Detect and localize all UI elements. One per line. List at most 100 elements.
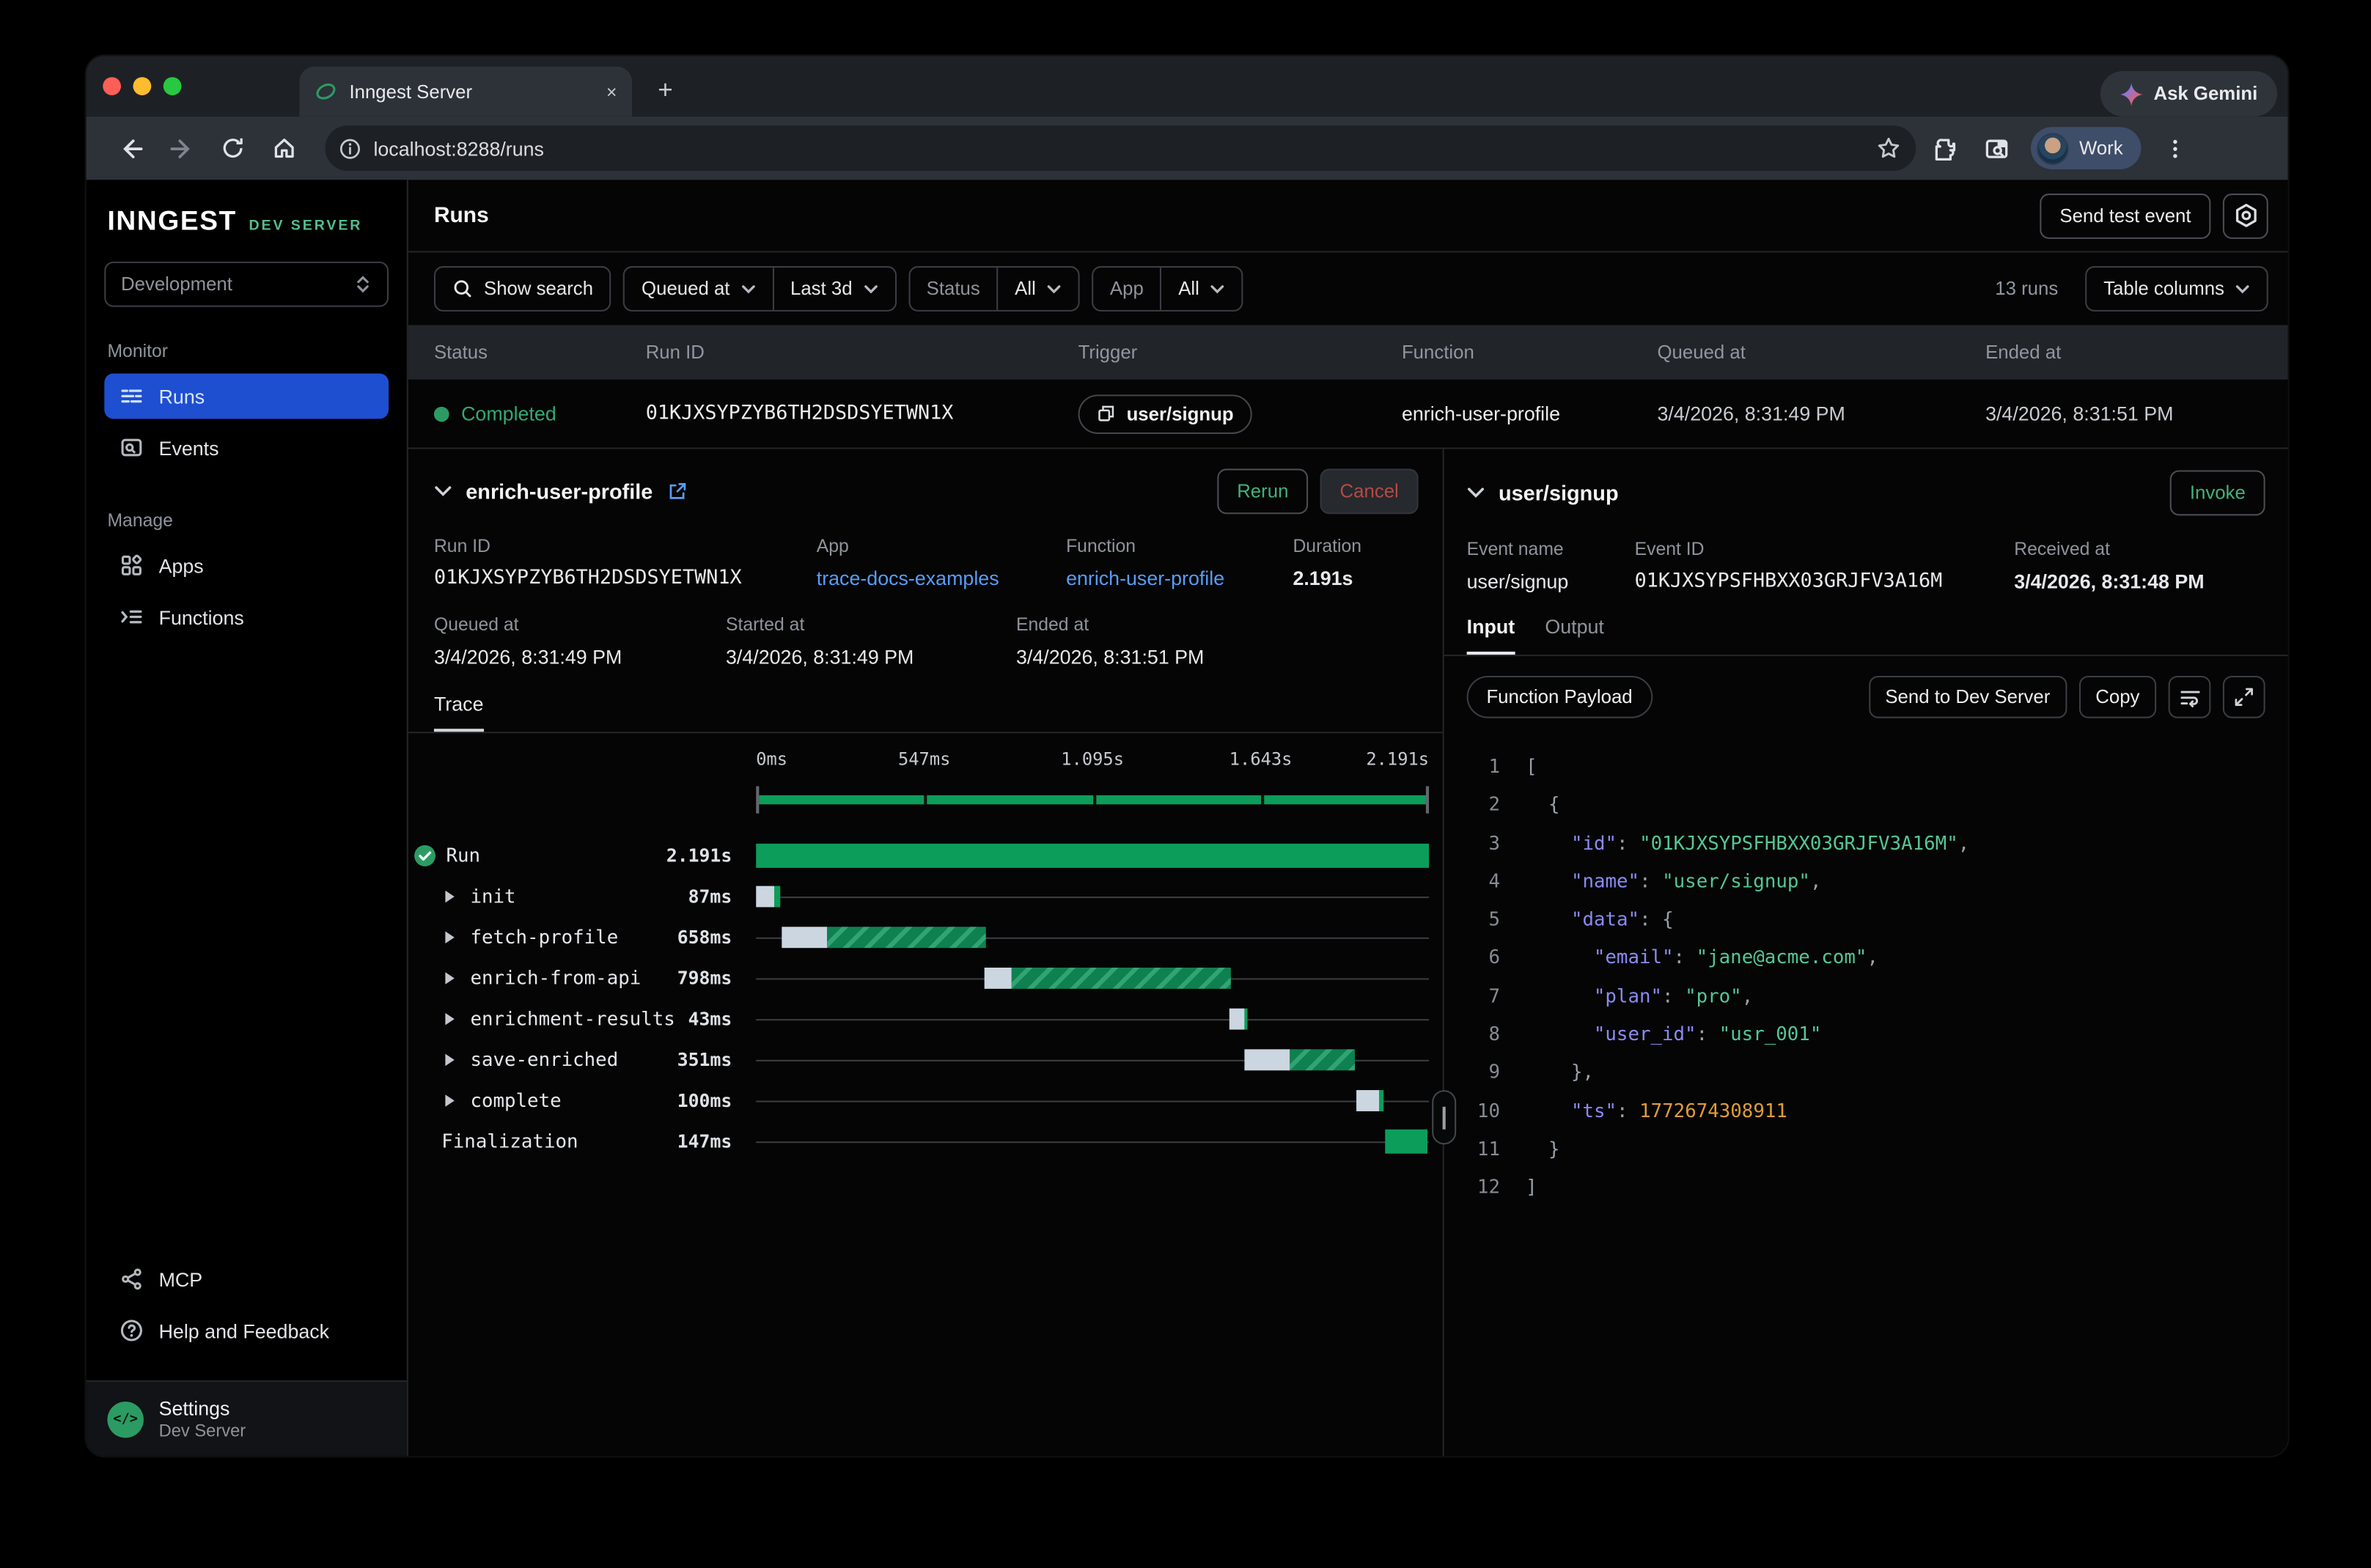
app-link[interactable]: trace-docs-examples — [817, 567, 1066, 589]
app-filter[interactable]: App All — [1092, 266, 1243, 312]
send-to-dev-server-button[interactable]: Send to Dev Server — [1869, 676, 2067, 718]
tab-title: Inngest Server — [349, 81, 594, 102]
dev-server-code-icon: </> — [107, 1401, 144, 1438]
trace-step-name: Finalization — [441, 1130, 578, 1152]
trace-row[interactable]: Finalization 147ms — [408, 1120, 1429, 1161]
code-line: 3"id": "01KJXSYPSFHBXX03GRJFV3A16M", — [1467, 823, 2288, 861]
sidebar-item-apps[interactable]: Apps — [104, 542, 389, 588]
expand-chevron-icon[interactable] — [437, 884, 461, 908]
environment-select[interactable]: Development — [104, 262, 389, 307]
time-range-select[interactable]: Last 3d — [772, 268, 894, 310]
tab-input[interactable]: Input — [1467, 615, 1515, 655]
back-icon[interactable] — [107, 125, 152, 171]
send-test-event-button[interactable]: Send test event — [2040, 193, 2211, 238]
line-number: 8 — [1467, 1015, 1500, 1053]
code-line: 6"email": "jane@acme.com", — [1467, 938, 2288, 976]
code-line: 10"ts": 1772674308911 — [1467, 1091, 2288, 1129]
close-tab-icon[interactable]: × — [606, 81, 617, 102]
panel-resize-handle[interactable] — [1432, 1090, 1456, 1144]
copy-button[interactable]: Copy — [2079, 676, 2157, 718]
expand-chevron-icon[interactable] — [437, 1088, 461, 1112]
expand-chevron-icon[interactable] — [437, 965, 461, 990]
tab-output[interactable]: Output — [1545, 615, 1604, 655]
address-bar[interactable]: localhost:8288/runs — [325, 125, 1916, 171]
reload-icon[interactable] — [210, 125, 256, 171]
sidebar-item-help[interactable]: Help and Feedback — [104, 1308, 389, 1353]
table-row[interactable]: Completed 01KJXSYPZYB6TH2DSDSYETWN1X use… — [408, 380, 2288, 448]
code-line: 2{ — [1467, 785, 2288, 823]
search-tabs-icon[interactable] — [1974, 125, 2019, 171]
trace-overview-bar[interactable] — [408, 787, 1429, 814]
trigger-pill[interactable]: user/signup — [1078, 394, 1252, 433]
browser-tab[interactable]: Inngest Server × — [299, 67, 632, 117]
maximize-window-button[interactable] — [163, 77, 182, 95]
trace-bar — [756, 1047, 1429, 1071]
url-text[interactable]: localhost:8288/runs — [373, 137, 1864, 160]
bookmark-star-icon[interactable] — [1877, 136, 1901, 161]
home-icon[interactable] — [262, 125, 307, 171]
event-copies-icon — [1096, 404, 1116, 424]
trace-step-duration: 147ms — [677, 1130, 757, 1152]
site-info-icon[interactable] — [339, 137, 361, 160]
show-search-button[interactable]: Show search — [434, 266, 611, 312]
trace-row[interactable]: Run 2.191s — [408, 835, 1429, 876]
function-link[interactable]: enrich-user-profile — [1066, 567, 1293, 589]
help-icon — [120, 1319, 144, 1343]
line-number: 1 — [1467, 747, 1500, 785]
avatar — [2037, 132, 2068, 163]
app-filter-label: App — [1093, 268, 1160, 310]
payload-code[interactable]: 1[2{3"id": "01KJXSYPSFHBXX03GRJFV3A16M",… — [1444, 738, 2288, 1457]
event-id-value: 01KJXSYPSFHBXX03GRJFV3A16M — [1635, 570, 2015, 593]
table-columns-button[interactable]: Table columns — [2085, 266, 2268, 312]
tab-trace[interactable]: Trace — [434, 693, 484, 732]
app-filter-value[interactable]: All — [1160, 268, 1241, 310]
status-filter[interactable]: Status All — [908, 266, 1080, 312]
profile-chip[interactable]: Work — [2031, 127, 2141, 169]
expand-chevron-icon[interactable] — [437, 924, 461, 949]
minimize-window-button[interactable] — [133, 77, 152, 95]
expand-button[interactable] — [2223, 676, 2265, 718]
ask-gemini-button[interactable]: Ask Gemini — [2100, 71, 2277, 117]
trace-row[interactable]: enrichment-results 43ms — [408, 998, 1429, 1039]
wrap-text-button[interactable] — [2169, 676, 2211, 718]
collapse-chevron-icon[interactable] — [1467, 487, 1485, 499]
cancel-button[interactable]: Cancel — [1320, 468, 1419, 514]
trace-bar-segment — [756, 843, 1429, 867]
rerun-button[interactable]: Rerun — [1217, 468, 1308, 514]
dev-server-settings-button[interactable] — [2223, 193, 2268, 238]
received-at-value: 3/4/2026, 8:31:48 PM — [2014, 570, 2204, 593]
trace-row[interactable]: init 87ms — [408, 875, 1429, 916]
trace-row[interactable]: complete 100ms — [408, 1080, 1429, 1121]
sidebar-item-functions[interactable]: Functions — [104, 595, 389, 640]
settings-footer[interactable]: </> Settings Dev Server — [87, 1380, 407, 1456]
trace-axis: 0ms 547ms 1.095s 1.643s 2.191s — [756, 746, 1429, 776]
external-link-icon[interactable] — [666, 481, 688, 502]
sidebar-item-mcp[interactable]: MCP — [104, 1256, 389, 1302]
trace-bar-segment — [1245, 1008, 1249, 1029]
collapse-chevron-icon[interactable] — [434, 485, 452, 498]
status-filter-value[interactable]: All — [996, 268, 1078, 310]
new-tab-button[interactable]: + — [649, 74, 682, 107]
trace-step-name: init — [470, 885, 515, 908]
browser-menu-icon[interactable] — [2153, 125, 2199, 171]
forward-icon[interactable] — [159, 125, 205, 171]
trace-row[interactable]: fetch-profile 658ms — [408, 916, 1429, 957]
trace-bar-segment — [782, 926, 827, 947]
sidebar-item-events[interactable]: Events — [104, 425, 389, 471]
trace-waterfall: 0ms 547ms 1.095s 1.643s 2.191s — [408, 733, 1443, 1456]
functions-icon — [120, 605, 144, 629]
sidebar-item-runs[interactable]: Runs — [104, 373, 389, 419]
expand-chevron-icon[interactable] — [437, 1006, 461, 1031]
close-window-button[interactable] — [103, 77, 121, 95]
expand-chevron-icon[interactable] — [437, 1047, 461, 1071]
trace-row[interactable]: save-enriched 351ms — [408, 1039, 1429, 1080]
trace-bar-segment — [1290, 1048, 1354, 1070]
line-number: 3 — [1467, 823, 1500, 861]
extensions-icon[interactable] — [1922, 125, 1967, 171]
dev-server-badge: DEV SERVER — [249, 218, 363, 235]
trace-row[interactable]: enrich-from-api 798ms — [408, 957, 1429, 998]
inngest-app: INNGEST DEV SERVER Development Monitor R… — [87, 180, 2288, 1456]
time-field-select[interactable]: Queued at — [625, 268, 772, 310]
expand-icon — [2233, 686, 2254, 707]
invoke-button[interactable]: Invoke — [2170, 470, 2265, 515]
